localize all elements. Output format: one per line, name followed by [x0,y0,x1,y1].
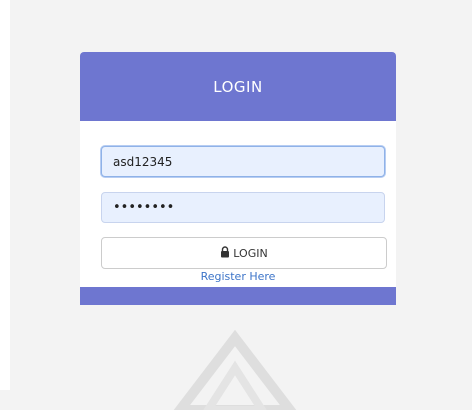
register-link[interactable]: Register Here [80,270,396,283]
card-title: LOGIN [213,77,263,96]
password-field[interactable] [101,192,385,223]
login-card: LOGIN LOGIN Register Here [80,52,396,305]
login-button-label: LOGIN [233,246,268,260]
lock-icon [221,246,230,258]
login-button[interactable]: LOGIN [101,237,387,269]
card-footer [80,287,396,305]
username-field[interactable] [101,146,385,177]
card-header: LOGIN [80,52,396,121]
triangle-watermark-icon [173,330,297,410]
page-left-strip [0,0,10,390]
